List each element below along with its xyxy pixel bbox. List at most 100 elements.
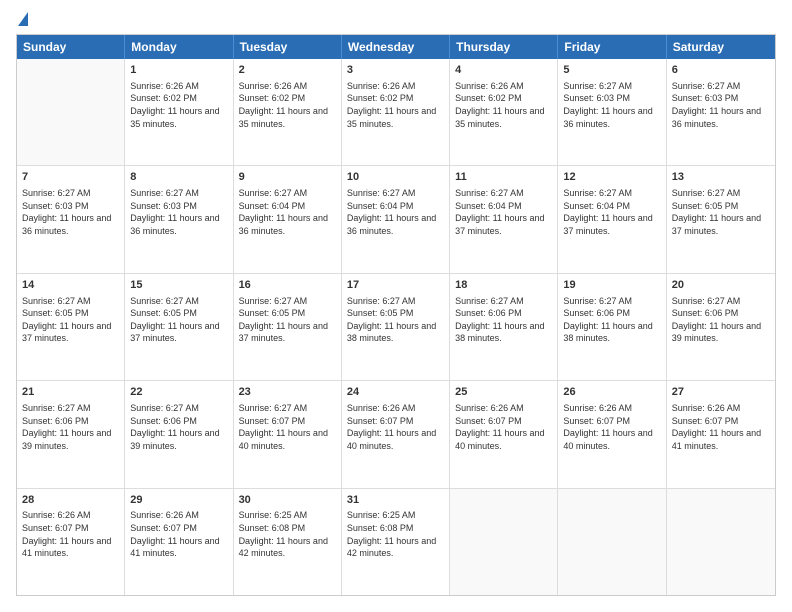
day-number: 17 (347, 278, 444, 293)
day-info: Sunrise: 6:27 AM Sunset: 6:05 PM Dayligh… (239, 295, 336, 345)
calendar-day-cell: 6 Sunrise: 6:27 AM Sunset: 6:03 PM Daylig… (667, 59, 775, 165)
day-info: Sunrise: 6:27 AM Sunset: 6:06 PM Dayligh… (22, 402, 119, 452)
calendar-day-cell: 11Sunrise: 6:27 AM Sunset: 6:04 PM Dayli… (450, 166, 558, 272)
day-info: Sunrise: 6:26 AM Sunset: 6:07 PM Dayligh… (347, 402, 444, 452)
day-info: Sunrise: 6:25 AM Sunset: 6:08 PM Dayligh… (239, 509, 336, 559)
day-info: Sunrise: 6:27 AM Sunset: 6:06 PM Dayligh… (455, 295, 552, 345)
logo (16, 16, 28, 24)
calendar-day-cell: 2Sunrise: 6:26 AM Sunset: 6:02 PM Daylig… (234, 59, 342, 165)
day-number: 7 (22, 170, 119, 185)
calendar-day-cell (450, 489, 558, 595)
calendar-day-cell (667, 489, 775, 595)
calendar-day-cell: 7 Sunrise: 6:27 AM Sunset: 6:03 PM Daylig… (17, 166, 125, 272)
calendar-day-cell: 16 Sunrise: 6:27 AM Sunset: 6:05 PM Dayli… (234, 274, 342, 380)
day-info: Sunrise: 6:27 AM Sunset: 6:03 PM Dayligh… (672, 80, 770, 130)
calendar-body: 1 Sunrise: 6:26 AM Sunset: 6:02 PM Daylig… (17, 59, 775, 595)
day-number: 19 (563, 278, 660, 293)
calendar-day-cell: 20 Sunrise: 6:27 AM Sunset: 6:06 PM Dayli… (667, 274, 775, 380)
day-number: 12 (563, 170, 660, 185)
day-info: Sunrise: 6:26 AM Sunset: 6:07 PM Dayligh… (22, 509, 119, 559)
calendar-day-cell: 15 Sunrise: 6:27 AM Sunset: 6:05 PM Dayli… (125, 274, 233, 380)
calendar: SundayMondayTuesdayWednesdayThursdayFrid… (16, 34, 776, 596)
day-number: 10 (347, 170, 444, 185)
calendar-header-day: Sunday (17, 35, 125, 59)
day-info: Sunrise: 6:27 AM Sunset: 6:06 PM Dayligh… (563, 295, 660, 345)
day-info: Sunrise: 6:26 AM Sunset: 6:02 PM Dayligh… (347, 80, 444, 130)
calendar-day-cell: 18 Sunrise: 6:27 AM Sunset: 6:06 PM Dayli… (450, 274, 558, 380)
header (16, 16, 776, 24)
calendar-day-cell: 28Sunrise: 6:26 AM Sunset: 6:07 PM Dayli… (17, 489, 125, 595)
day-number: 27 (672, 385, 770, 400)
day-info: Sunrise: 6:26 AM Sunset: 6:02 PM Dayligh… (130, 80, 227, 130)
calendar-day-cell: 23Sunrise: 6:27 AM Sunset: 6:07 PM Dayli… (234, 381, 342, 487)
day-number: 18 (455, 278, 552, 293)
day-info: Sunrise: 6:26 AM Sunset: 6:02 PM Dayligh… (455, 80, 552, 130)
day-info: Sunrise: 6:27 AM Sunset: 6:03 PM Dayligh… (130, 187, 227, 237)
day-info: Sunrise: 6:27 AM Sunset: 6:04 PM Dayligh… (563, 187, 660, 237)
calendar-day-cell: 24 Sunrise: 6:26 AM Sunset: 6:07 PM Dayli… (342, 381, 450, 487)
calendar-day-cell: 13 Sunrise: 6:27 AM Sunset: 6:05 PM Dayli… (667, 166, 775, 272)
day-number: 1 (130, 63, 227, 78)
day-info: Sunrise: 6:26 AM Sunset: 6:02 PM Dayligh… (239, 80, 336, 130)
day-number: 31 (347, 493, 444, 508)
day-number: 6 (672, 63, 770, 78)
calendar-day-cell: 14Sunrise: 6:27 AM Sunset: 6:05 PM Dayli… (17, 274, 125, 380)
calendar-header: SundayMondayTuesdayWednesdayThursdayFrid… (17, 35, 775, 59)
calendar-day-cell: 27 Sunrise: 6:26 AM Sunset: 6:07 PM Dayli… (667, 381, 775, 487)
day-number: 25 (455, 385, 552, 400)
day-info: Sunrise: 6:26 AM Sunset: 6:07 PM Dayligh… (563, 402, 660, 452)
calendar-day-cell: 17Sunrise: 6:27 AM Sunset: 6:05 PM Dayli… (342, 274, 450, 380)
day-number: 28 (22, 493, 119, 508)
calendar-day-cell (17, 59, 125, 165)
calendar-day-cell: 31Sunrise: 6:25 AM Sunset: 6:08 PM Dayli… (342, 489, 450, 595)
day-number: 4 (455, 63, 552, 78)
day-number: 15 (130, 278, 227, 293)
calendar-day-cell: 1 Sunrise: 6:26 AM Sunset: 6:02 PM Daylig… (125, 59, 233, 165)
calendar-header-day: Tuesday (234, 35, 342, 59)
day-info: Sunrise: 6:25 AM Sunset: 6:08 PM Dayligh… (347, 509, 444, 559)
logo-arrow-icon (18, 12, 28, 26)
day-number: 8 (130, 170, 227, 185)
day-info: Sunrise: 6:27 AM Sunset: 6:03 PM Dayligh… (22, 187, 119, 237)
calendar-day-cell: 12 Sunrise: 6:27 AM Sunset: 6:04 PM Dayli… (558, 166, 666, 272)
day-info: Sunrise: 6:27 AM Sunset: 6:06 PM Dayligh… (672, 295, 770, 345)
day-number: 3 (347, 63, 444, 78)
calendar-day-cell: 10 Sunrise: 6:27 AM Sunset: 6:04 PM Dayli… (342, 166, 450, 272)
day-info: Sunrise: 6:27 AM Sunset: 6:05 PM Dayligh… (130, 295, 227, 345)
day-number: 16 (239, 278, 336, 293)
day-number: 11 (455, 170, 552, 185)
calendar-day-cell: 8 Sunrise: 6:27 AM Sunset: 6:03 PM Daylig… (125, 166, 233, 272)
day-info: Sunrise: 6:26 AM Sunset: 6:07 PM Dayligh… (672, 402, 770, 452)
day-number: 30 (239, 493, 336, 508)
calendar-header-day: Saturday (667, 35, 775, 59)
calendar-week-row: 21Sunrise: 6:27 AM Sunset: 6:06 PM Dayli… (17, 380, 775, 487)
day-info: Sunrise: 6:27 AM Sunset: 6:04 PM Dayligh… (239, 187, 336, 237)
calendar-header-day: Wednesday (342, 35, 450, 59)
calendar-day-cell: 26Sunrise: 6:26 AM Sunset: 6:07 PM Dayli… (558, 381, 666, 487)
calendar-day-cell: 5 Sunrise: 6:27 AM Sunset: 6:03 PM Daylig… (558, 59, 666, 165)
calendar-week-row: 1 Sunrise: 6:26 AM Sunset: 6:02 PM Daylig… (17, 59, 775, 165)
calendar-day-cell (558, 489, 666, 595)
day-info: Sunrise: 6:26 AM Sunset: 6:07 PM Dayligh… (130, 509, 227, 559)
calendar-day-cell: 9Sunrise: 6:27 AM Sunset: 6:04 PM Daylig… (234, 166, 342, 272)
day-number: 20 (672, 278, 770, 293)
calendar-header-day: Friday (558, 35, 666, 59)
calendar-week-row: 28Sunrise: 6:26 AM Sunset: 6:07 PM Dayli… (17, 488, 775, 595)
calendar-day-cell: 21Sunrise: 6:27 AM Sunset: 6:06 PM Dayli… (17, 381, 125, 487)
day-number: 5 (563, 63, 660, 78)
day-number: 14 (22, 278, 119, 293)
day-number: 29 (130, 493, 227, 508)
page: SundayMondayTuesdayWednesdayThursdayFrid… (0, 0, 792, 612)
day-info: Sunrise: 6:27 AM Sunset: 6:03 PM Dayligh… (563, 80, 660, 130)
calendar-day-cell: 30Sunrise: 6:25 AM Sunset: 6:08 PM Dayli… (234, 489, 342, 595)
day-number: 13 (672, 170, 770, 185)
calendar-week-row: 7 Sunrise: 6:27 AM Sunset: 6:03 PM Daylig… (17, 165, 775, 272)
logo-top (16, 16, 28, 26)
day-number: 24 (347, 385, 444, 400)
day-info: Sunrise: 6:27 AM Sunset: 6:07 PM Dayligh… (239, 402, 336, 452)
calendar-header-day: Thursday (450, 35, 558, 59)
calendar-day-cell: 22Sunrise: 6:27 AM Sunset: 6:06 PM Dayli… (125, 381, 233, 487)
day-info: Sunrise: 6:27 AM Sunset: 6:04 PM Dayligh… (347, 187, 444, 237)
day-info: Sunrise: 6:27 AM Sunset: 6:05 PM Dayligh… (672, 187, 770, 237)
calendar-day-cell: 25Sunrise: 6:26 AM Sunset: 6:07 PM Dayli… (450, 381, 558, 487)
